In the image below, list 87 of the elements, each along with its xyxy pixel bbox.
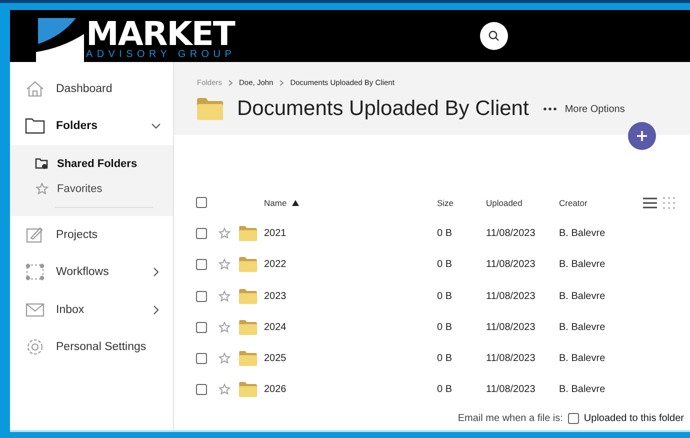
folder-icon bbox=[239, 382, 257, 398]
table-cell-text: B. Balevre bbox=[559, 322, 606, 333]
nav-item[interactable]: Workflows bbox=[10, 254, 173, 291]
star-icon bbox=[35, 182, 49, 196]
search-icon bbox=[488, 30, 500, 42]
column-header[interactable]: Uploaded bbox=[486, 198, 559, 208]
logo-tagline: ADVISORY GROUP bbox=[86, 48, 236, 60]
table-cell-text: 0 B bbox=[437, 322, 454, 333]
search-button[interactable] bbox=[480, 22, 508, 50]
table-cell-text: 11/08/2023 bbox=[486, 322, 536, 333]
table-cell-text: B. Balevre bbox=[559, 384, 606, 396]
folder-icon bbox=[25, 117, 45, 136]
star-icon[interactable] bbox=[218, 227, 231, 240]
nav-item[interactable]: Projects bbox=[10, 216, 173, 254]
table-cell-text: 11/08/2023 bbox=[486, 290, 536, 302]
inbox-icon bbox=[25, 300, 45, 319]
table-cell-text: 0 B bbox=[437, 353, 454, 364]
column-header[interactable]: Creator bbox=[559, 198, 637, 208]
folder-icon bbox=[239, 288, 257, 304]
list-view-icon[interactable] bbox=[643, 196, 657, 209]
sort-up-icon bbox=[292, 200, 299, 206]
row-checkbox[interactable] bbox=[196, 290, 207, 302]
notify-label: Email me when a file is: bbox=[458, 413, 563, 424]
row-checkbox[interactable] bbox=[196, 259, 207, 270]
workflows-icon bbox=[25, 263, 45, 282]
folder-name[interactable]: 2026 bbox=[264, 384, 437, 396]
column-header[interactable]: Name bbox=[264, 198, 437, 208]
table-row[interactable]: 2026 0 B 11/08/2023 B. Balevre bbox=[196, 374, 690, 406]
folder-icon bbox=[239, 320, 257, 335]
folder-icon bbox=[239, 226, 257, 242]
folder-icon bbox=[239, 257, 257, 272]
table-row[interactable]: 2021 0 B 11/08/2023 B. Balevre bbox=[196, 218, 690, 250]
star-icon[interactable] bbox=[218, 383, 231, 396]
shared-folder-icon bbox=[35, 156, 49, 170]
row-checkbox[interactable] bbox=[196, 228, 207, 240]
table-cell-text: B. Balevre bbox=[559, 290, 606, 302]
chevron-right-icon bbox=[228, 80, 234, 86]
table-row[interactable]: 2023 0 B 11/08/2023 B. Balevre bbox=[196, 280, 690, 312]
folder-icon bbox=[239, 351, 257, 366]
table-cell-text: 11/08/2023 bbox=[486, 228, 536, 240]
table-cell-text: B. Balevre bbox=[559, 259, 606, 270]
home-icon bbox=[25, 80, 45, 98]
notify-checkbox[interactable] bbox=[568, 413, 579, 424]
row-checkbox[interactable] bbox=[196, 322, 207, 333]
table-row[interactable]: 2024 0 B 11/08/2023 B. Balevre bbox=[196, 312, 690, 343]
nav-subitem[interactable]: Favorites bbox=[10, 176, 173, 201]
nav-item[interactable]: Folders bbox=[10, 108, 173, 145]
folder-name[interactable]: 2023 bbox=[264, 290, 437, 302]
folder-name[interactable]: 2024 bbox=[264, 322, 437, 333]
star-icon[interactable] bbox=[218, 320, 231, 334]
table-cell-text: 11/08/2023 bbox=[486, 259, 536, 270]
projects-icon bbox=[25, 226, 45, 244]
star-icon[interactable] bbox=[218, 258, 231, 272]
star-icon[interactable] bbox=[218, 352, 231, 366]
table-cell-text: 0 B bbox=[437, 259, 454, 270]
notify-option[interactable]: Uploaded to this folder bbox=[584, 413, 684, 424]
folder-icon bbox=[197, 98, 223, 120]
nav-item[interactable]: Personal Settings bbox=[10, 328, 173, 366]
grid-view-icon[interactable] bbox=[663, 196, 675, 209]
table-cell-text: 11/08/2023 bbox=[486, 384, 536, 396]
folder-name[interactable]: 2022 bbox=[264, 259, 437, 270]
folder-name[interactable]: 2025 bbox=[264, 353, 437, 364]
nav-item[interactable]: Inbox bbox=[10, 291, 173, 328]
table-cell-text: 11/08/2023 bbox=[486, 353, 536, 364]
table-cell-text: B. Balevre bbox=[559, 228, 606, 240]
table-cell-text: 0 B bbox=[437, 290, 454, 302]
table-row[interactable]: 2022 0 B 11/08/2023 B. Balevre bbox=[196, 249, 690, 281]
row-checkbox[interactable] bbox=[196, 353, 207, 364]
table-cell-text: 0 B bbox=[437, 384, 454, 396]
add-button[interactable] bbox=[628, 122, 656, 150]
table-cell-text: B. Balevre bbox=[559, 353, 606, 364]
plus-icon bbox=[636, 130, 648, 142]
more-options-button[interactable]: More Options bbox=[542, 104, 625, 114]
folder-name[interactable]: 2021 bbox=[264, 228, 437, 240]
table-cell-text: 0 B bbox=[437, 228, 454, 240]
gear-icon bbox=[25, 338, 45, 356]
nav-item[interactable]: Dashboard bbox=[10, 70, 173, 108]
chevron-right-icon bbox=[279, 80, 284, 86]
page-title: Documents Uploaded By Client bbox=[237, 97, 529, 121]
column-header[interactable]: Size bbox=[437, 198, 486, 208]
table-row[interactable]: 2025 0 B 11/08/2023 B. Balevre bbox=[196, 342, 690, 374]
star-icon[interactable] bbox=[218, 290, 231, 303]
more-dots-icon bbox=[542, 106, 557, 111]
logo-name: MARKET bbox=[86, 18, 236, 48]
select-all-checkbox[interactable] bbox=[196, 197, 207, 208]
nav-subitem[interactable]: Shared Folders bbox=[10, 151, 173, 176]
row-checkbox[interactable] bbox=[196, 384, 207, 396]
